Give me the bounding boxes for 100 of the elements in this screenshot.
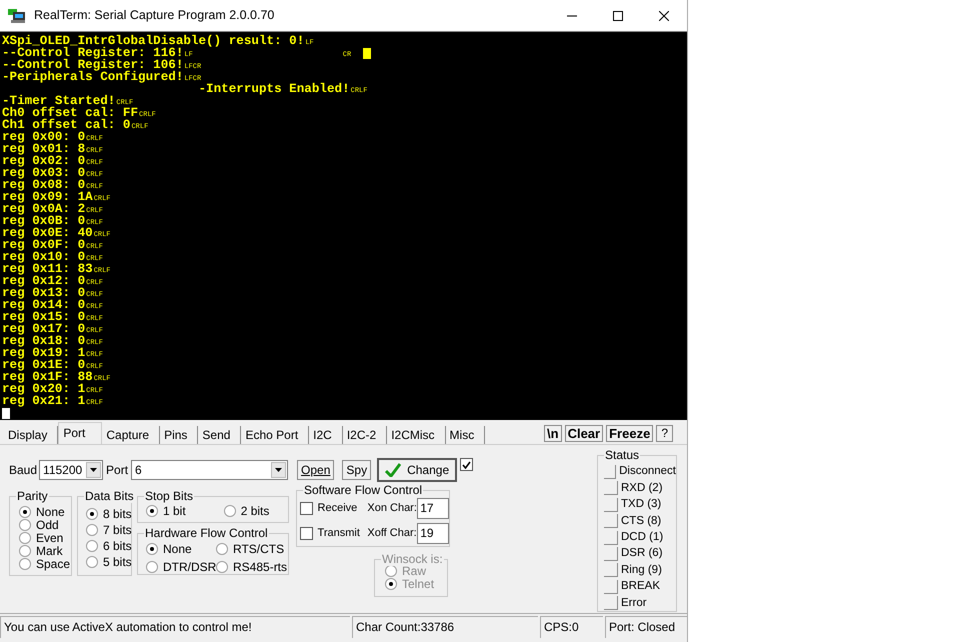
- radio-label: RS485-rts: [233, 558, 288, 576]
- tab[interactable]: I2C: [309, 426, 343, 444]
- terminal-line: reg 0x0B: 0: [2, 215, 86, 227]
- checkbox[interactable]: [300, 527, 313, 540]
- radio-label: None: [163, 540, 192, 558]
- tab[interactable]: I2C-2: [342, 426, 388, 444]
- checkbox[interactable]: [460, 458, 474, 471]
- status-label: DCD (1): [621, 530, 664, 545]
- terminal-line: reg 0x09: 1A: [2, 191, 93, 203]
- terminal-line: reg 0x18: 0: [2, 335, 86, 347]
- baud-dropdown[interactable]: 115200: [39, 460, 104, 480]
- status-label: Disconnect: [619, 464, 676, 480]
- group-title: Winsock is:: [381, 552, 444, 566]
- tab[interactable]: Misc: [446, 426, 486, 444]
- terminal-line: Ch0 offset cal: FF: [2, 107, 138, 119]
- terminal-line: reg 0x02: 0: [2, 155, 86, 167]
- tab[interactable]: Echo Port: [241, 426, 310, 444]
- open-button[interactable]: Open: [297, 460, 334, 480]
- group-title: Parity: [16, 489, 49, 503]
- radio-label: 7 bits: [103, 522, 132, 538]
- terminal-line: reg 0x13: 0: [2, 287, 86, 299]
- terminal-line: XSpi_OLED_IntrGlobalDisable() result: 0!: [2, 35, 304, 47]
- field-label: Xoff Char:: [367, 526, 418, 542]
- field-label: Port: [106, 462, 128, 479]
- tab[interactable]: I2CMisc: [387, 426, 446, 444]
- terminal-line: reg 0x17: 0: [2, 323, 86, 335]
- radio-button[interactable]: [19, 506, 31, 518]
- status-label: TXD (3): [621, 497, 662, 512]
- status-label: Error: [621, 596, 647, 610]
- radio-button[interactable]: [146, 504, 158, 516]
- radio-button[interactable]: [216, 542, 228, 554]
- tab[interactable]: Send: [198, 426, 242, 444]
- radio-label: 1 bit: [163, 502, 186, 520]
- toolbar-button[interactable]: ?: [656, 425, 673, 442]
- status-label: Ring (9): [621, 562, 662, 578]
- radio-button[interactable]: [19, 558, 31, 570]
- field-label: Xon Char:: [367, 501, 418, 516]
- terminal-line: reg 0x19: 1: [2, 347, 86, 359]
- group-title: Software Flow Control: [303, 483, 424, 497]
- tab[interactable]: Capture: [102, 426, 160, 444]
- radio-button[interactable]: [146, 542, 158, 554]
- toolbar-button[interactable]: \n: [544, 425, 562, 442]
- radio-label: DTR/DSR: [163, 558, 216, 576]
- radio-label: 8 bits: [103, 506, 132, 522]
- status-label: RXD (2): [621, 480, 663, 496]
- terminal-line: reg 0x15: 0: [2, 311, 86, 323]
- radio-button[interactable]: [385, 578, 397, 590]
- radio-button[interactable]: [224, 504, 236, 516]
- terminal-line: reg 0x01: 8: [2, 143, 86, 155]
- radio-button[interactable]: [86, 508, 98, 520]
- toolbar-button[interactable]: Freeze: [606, 425, 654, 442]
- radio-button[interactable]: [146, 560, 158, 572]
- terminal-line: reg 0x00: 0: [2, 131, 86, 143]
- radio-button[interactable]: [19, 532, 31, 544]
- input-field[interactable]: 17: [417, 498, 449, 519]
- radio-label: RTS/CTS: [233, 540, 284, 558]
- window-title: RealTerm: Serial Capture Program 2.0.0.70: [34, 7, 274, 24]
- terminal-line: reg 0x08: 0: [2, 179, 86, 191]
- radio-button[interactable]: [86, 556, 98, 568]
- radio-label: 6 bits: [103, 538, 132, 554]
- status-bar-panel: Port: Closed: [605, 616, 687, 638]
- tab[interactable]: Pins: [160, 426, 198, 444]
- terminal-line: reg 0x14: 0: [2, 299, 86, 311]
- toolbar-button[interactable]: Clear: [564, 425, 604, 442]
- radio-button[interactable]: [86, 524, 98, 536]
- input-field[interactable]: 19: [417, 523, 449, 544]
- port-dropdown[interactable]: 6: [131, 460, 288, 480]
- checkbox-label: Transmit: [318, 526, 361, 542]
- field-label: Baud: [9, 462, 38, 479]
- terminal-line: --Control Register: 116!: [2, 47, 184, 59]
- change-button[interactable]: Change: [377, 458, 458, 482]
- radio-button[interactable]: [19, 518, 31, 530]
- radio-label: 2 bits: [240, 502, 270, 520]
- terminal-line: -Interrupts Enabled!: [197, 83, 350, 95]
- check-icon: [385, 463, 402, 477]
- terminal-line: reg 0x21: 1: [2, 395, 86, 407]
- computer-icon: [8, 8, 26, 24]
- spy-button[interactable]: Spy: [342, 460, 372, 480]
- terminal-line: --Control Register: 106!: [2, 59, 184, 71]
- status-label: DSR (6): [621, 546, 663, 562]
- status-label: CTS (8): [621, 514, 662, 529]
- maximize-icon: [613, 10, 623, 20]
- terminal-line: reg 0x12: 0: [2, 275, 86, 287]
- status-bar-panel: You can use ActiveX automation to control me!: [0, 616, 350, 638]
- status-label: BREAK: [621, 579, 660, 594]
- radio-button[interactable]: [86, 540, 98, 552]
- terminal-line: reg 0x03: 0: [2, 167, 86, 179]
- group-title: Hardware Flow Control: [144, 526, 269, 540]
- radio-button[interactable]: [19, 544, 31, 556]
- group-title: Stop Bits: [144, 489, 194, 503]
- terminal-line: reg 0x1E: 0: [2, 359, 86, 371]
- terminal-line: -Peripherals Configured!: [2, 71, 184, 83]
- group-title: Data Bits: [84, 489, 135, 503]
- radio-button[interactable]: [216, 560, 228, 572]
- status-bar-panel: Char Count:33786: [352, 616, 538, 638]
- terminal-line: reg 0x0A: 2: [2, 203, 86, 215]
- terminal-line: reg 0x0E: 40: [2, 227, 93, 239]
- checkbox[interactable]: [300, 502, 313, 515]
- tab[interactable]: Port: [58, 422, 102, 444]
- terminal-line: reg 0x11: 83: [2, 263, 93, 275]
